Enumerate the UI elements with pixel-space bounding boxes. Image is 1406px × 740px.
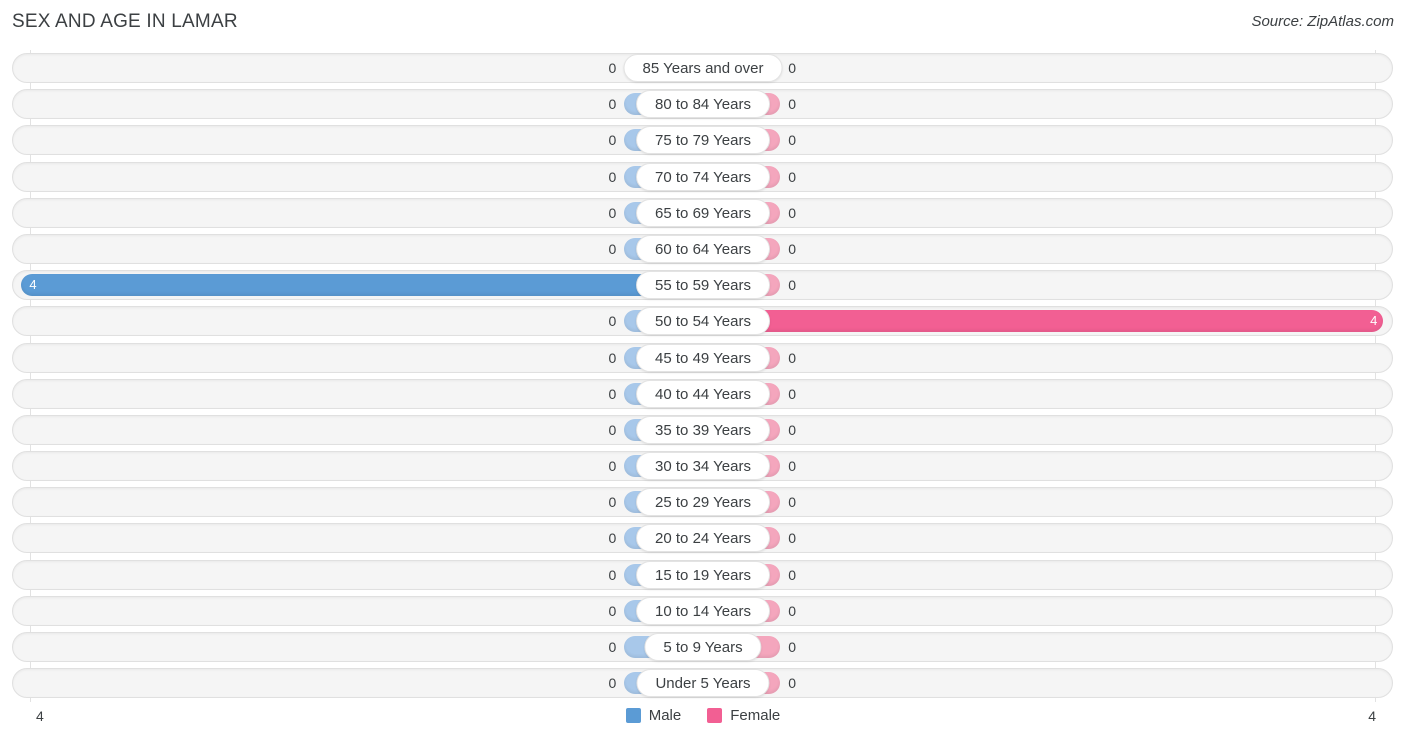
bar-value-male: 0 — [608, 313, 617, 330]
age-group-label: 65 to 69 Years — [636, 198, 770, 227]
bar-value-male: 0 — [608, 602, 617, 619]
age-group-row[interactable]: 0 0 60 to 64 Years — [0, 231, 1406, 267]
bar-value-female: 0 — [788, 458, 797, 475]
age-group-row[interactable]: 0 0 30 to 34 Years — [0, 448, 1406, 484]
age-group-label: 30 to 34 Years — [636, 452, 770, 481]
plot-area: 0 0 85 Years and over 0 0 80 to 84 Years 0 0 75 … — [0, 50, 1406, 702]
bar-value-female: 0 — [788, 132, 797, 149]
bar-value-female: 0 — [788, 277, 797, 294]
bar-value-male: 0 — [608, 639, 617, 655]
legend-swatch-male-icon — [625, 708, 641, 723]
age-group-label: 40 to 44 Years — [636, 379, 770, 408]
bar-value-female: 0 — [788, 349, 797, 366]
bar-value-male: 0 — [608, 675, 617, 692]
age-group-row[interactable]: 0 0 70 to 74 Years — [0, 159, 1406, 195]
age-group-row[interactable]: 0 0 75 to 79 Years — [0, 122, 1406, 158]
age-group-row[interactable]: 0 0 35 to 39 Years — [0, 412, 1406, 448]
bar-value-female: 0 — [788, 530, 797, 547]
age-group-row[interactable]: 0 0 5 to 9 Years — [0, 629, 1406, 665]
legend: Male Female — [0, 707, 1406, 724]
bar-value-male: 0 — [608, 458, 617, 475]
source-attribution: Source: ZipAtlas.com — [1251, 13, 1394, 30]
legend-item-male[interactable]: Male — [625, 707, 682, 724]
age-group-row[interactable]: 0 0 45 to 49 Years — [0, 340, 1406, 376]
age-group-label: 20 to 24 Years — [636, 524, 770, 553]
bar-value-female: 0 — [788, 96, 797, 113]
age-group-row[interactable]: 0 0 85 Years and over — [0, 50, 1406, 86]
sex-and-age-chart: SEX AND AGE IN LAMAR Source: ZipAtlas.co… — [0, 0, 1406, 740]
age-group-row[interactable]: 0 0 25 to 29 Years — [0, 484, 1406, 520]
bar-value-male: 0 — [608, 168, 617, 185]
bar-value-male: 0 — [608, 240, 617, 257]
bar-value-female: 0 — [788, 385, 797, 402]
age-group-row[interactable]: 0 0 20 to 24 Years — [0, 520, 1406, 556]
age-group-label: 35 to 39 Years — [636, 415, 770, 444]
chart-header: SEX AND AGE IN LAMAR Source: ZipAtlas.co… — [0, 0, 1406, 46]
bar-value-female: 4 — [1370, 313, 1378, 329]
bar-value-female: 0 — [788, 566, 797, 583]
bar-value-male: 0 — [608, 421, 617, 438]
bar-value-female: 0 — [788, 602, 797, 619]
bar-value-male: 0 — [608, 60, 617, 76]
age-group-row[interactable]: 0 0 Under 5 Years — [0, 665, 1406, 701]
age-group-label: 10 to 14 Years — [636, 596, 770, 625]
age-group-row[interactable]: 0 0 40 to 44 Years — [0, 376, 1406, 412]
legend-item-female[interactable]: Female — [707, 707, 780, 724]
age-group-label: 60 to 64 Years — [636, 234, 770, 263]
chart-footer: 4 4 Male Female — [0, 702, 1406, 740]
page-title: SEX AND AGE IN LAMAR — [12, 11, 238, 32]
age-group-label: 25 to 29 Years — [636, 488, 770, 517]
age-group-label: 45 to 49 Years — [636, 343, 770, 372]
legend-label-female: Female — [730, 707, 781, 724]
bar-female[interactable] — [702, 310, 1384, 333]
age-group-label: 85 Years and over — [623, 54, 783, 82]
bar-value-male: 0 — [608, 385, 617, 402]
age-group-label: 50 to 54 Years — [636, 307, 770, 336]
age-group-label: Under 5 Years — [636, 669, 770, 698]
bar-value-female: 0 — [788, 60, 797, 76]
bar-value-female: 0 — [788, 639, 797, 655]
age-group-label: 70 to 74 Years — [636, 162, 770, 191]
bar-value-female: 0 — [788, 204, 797, 221]
bar-value-male: 0 — [608, 349, 617, 366]
age-group-row[interactable]: 0 0 10 to 14 Years — [0, 593, 1406, 629]
bar-value-male: 0 — [608, 530, 617, 547]
bar-value-male: 0 — [608, 566, 617, 583]
age-group-label: 80 to 84 Years — [636, 90, 770, 119]
age-group-label: 55 to 59 Years — [636, 271, 770, 300]
age-group-rows: 0 0 85 Years and over 0 0 80 to 84 Years 0 0 75 … — [0, 50, 1406, 702]
bar-value-female: 0 — [788, 421, 797, 438]
age-group-label: 75 to 79 Years — [636, 126, 770, 155]
age-group-label: 15 to 19 Years — [636, 560, 770, 589]
bar-value-male: 0 — [608, 96, 617, 113]
legend-label-male: Male — [648, 707, 682, 724]
age-group-row[interactable]: 0 0 80 to 84 Years — [0, 86, 1406, 122]
legend-swatch-female-icon — [707, 708, 723, 723]
bar-male[interactable] — [21, 274, 703, 297]
age-group-row[interactable]: 0 4 50 to 54 Years — [0, 303, 1406, 339]
bar-value-female: 0 — [788, 240, 797, 257]
bar-value-male: 0 — [608, 204, 617, 221]
age-group-row[interactable]: 0 0 15 to 19 Years — [0, 557, 1406, 593]
bar-value-male: 4 — [29, 277, 37, 293]
bar-value-female: 0 — [788, 494, 797, 511]
age-group-row[interactable]: 4 0 55 to 59 Years — [0, 267, 1406, 303]
age-group-row[interactable]: 0 0 65 to 69 Years — [0, 195, 1406, 231]
bar-value-female: 0 — [788, 168, 797, 185]
bar-value-female: 0 — [788, 675, 797, 692]
bar-value-male: 0 — [608, 494, 617, 511]
age-group-label: 5 to 9 Years — [644, 633, 762, 661]
bar-value-male: 0 — [608, 132, 617, 149]
